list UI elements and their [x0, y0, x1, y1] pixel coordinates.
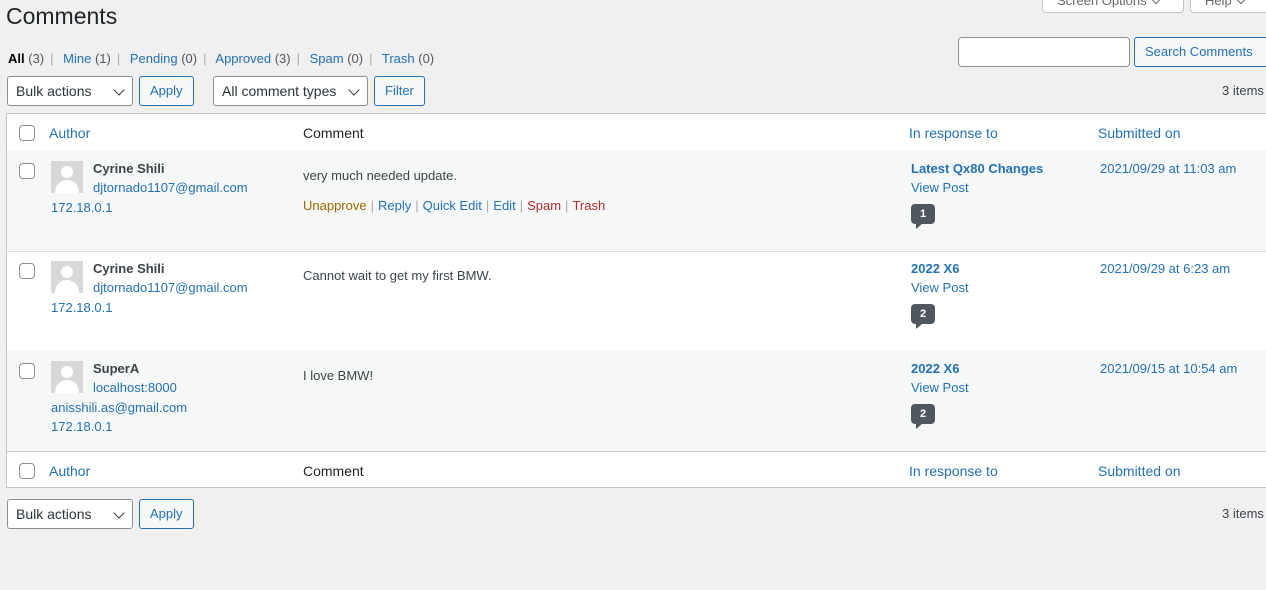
- column-in-response-to[interactable]: In response to: [909, 125, 998, 141]
- column-author[interactable]: Author: [49, 463, 90, 479]
- screen-options-label: Screen Options: [1057, 0, 1147, 8]
- filter-pending[interactable]: Pending (0): [130, 51, 197, 66]
- help-label: Help: [1205, 0, 1232, 8]
- edit-link[interactable]: Edit: [493, 198, 515, 213]
- submitted-date-link[interactable]: 2021/09/15 at 10:54 am: [1100, 361, 1237, 376]
- table-row: SuperA localhost:8000 anisshili.as@gmail…: [7, 351, 1266, 452]
- avatar: [51, 261, 83, 293]
- author-ip-link[interactable]: 172.18.0.1: [51, 200, 112, 215]
- chevron-down-icon: [113, 507, 125, 519]
- submitted-date-link[interactable]: 2021/09/29 at 11:03 am: [1100, 161, 1236, 176]
- view-post-link[interactable]: View Post: [911, 280, 969, 295]
- author-email-link[interactable]: djtornado1107@gmail.com: [93, 280, 248, 295]
- chevron-down-icon: [348, 84, 360, 96]
- comment-text: I love BMW!: [303, 368, 374, 383]
- quick-edit-link[interactable]: Quick Edit: [423, 198, 482, 213]
- items-count-bottom: 3 items: [1222, 506, 1264, 521]
- author-name: SuperA: [93, 361, 140, 376]
- help-tab[interactable]: Help: [1190, 0, 1266, 13]
- filter-all[interactable]: All (3): [8, 51, 44, 66]
- view-post-link[interactable]: View Post: [911, 380, 969, 395]
- filter-button[interactable]: Filter: [374, 76, 425, 106]
- column-author[interactable]: Author: [49, 125, 90, 141]
- comment-status-filters: All (3) | Mine (1) | Pending (0) | Approved…: [8, 51, 435, 66]
- comment-count-bubble-icon[interactable]: 2: [911, 404, 935, 429]
- submitted-date-link[interactable]: 2021/09/29 at 6:23 am: [1100, 261, 1230, 276]
- post-title-link[interactable]: 2022 X6: [911, 261, 959, 276]
- search-comments-button[interactable]: Search Comments: [1134, 37, 1266, 67]
- comment-type-value: All comment types: [222, 83, 337, 99]
- spam-link[interactable]: Spam: [527, 198, 561, 213]
- page-title: Comments: [6, 3, 118, 29]
- author-name: Cyrine Shili: [93, 161, 165, 176]
- table-header: Author Comment In response to Submitted …: [7, 114, 1266, 152]
- author-name: Cyrine Shili: [93, 261, 165, 276]
- comment-text: Cannot wait to get my first BMW.: [303, 268, 492, 283]
- column-submitted-on[interactable]: Submitted on: [1098, 125, 1181, 141]
- trash-link[interactable]: Trash: [572, 198, 605, 213]
- avatar: [51, 361, 83, 393]
- author-ip-link[interactable]: 172.18.0.1: [51, 419, 112, 434]
- row-actions: Unapprove | Reply | Quick Edit | Edit | Spam | Tra…: [303, 198, 606, 213]
- author-email-link[interactable]: anisshili.as@gmail.com: [51, 400, 187, 415]
- column-comment: Comment: [303, 463, 364, 479]
- filter-approved[interactable]: Approved (3): [215, 51, 290, 66]
- search-input[interactable]: [958, 37, 1130, 67]
- table-row: Cyrine Shili djtornado1107@gmail.com 172…: [7, 251, 1266, 352]
- chevron-down-icon: [1151, 0, 1160, 5]
- bulk-actions-value: Bulk actions: [16, 83, 92, 99]
- author-ip-link[interactable]: 172.18.0.1: [51, 300, 112, 315]
- comment-count-bubble-icon[interactable]: 2: [911, 304, 935, 329]
- reply-link[interactable]: Reply: [378, 198, 411, 213]
- view-post-link[interactable]: View Post: [911, 180, 969, 195]
- comment-count-bubble-icon[interactable]: 1: [911, 204, 935, 229]
- post-title-link[interactable]: Latest Qx80 Changes: [911, 161, 1043, 176]
- chevron-down-icon: [1236, 0, 1245, 5]
- comment-type-select[interactable]: All comment types: [213, 76, 368, 106]
- column-in-response-to[interactable]: In response to: [909, 463, 998, 479]
- chevron-down-icon: [113, 84, 125, 96]
- apply-button-bottom[interactable]: Apply: [139, 499, 194, 529]
- author-email-link[interactable]: djtornado1107@gmail.com: [93, 180, 248, 195]
- bulk-actions-value: Bulk actions: [16, 506, 92, 522]
- comment-text: very much needed update.: [303, 168, 457, 183]
- row-checkbox[interactable]: [19, 263, 35, 279]
- bulk-actions-select-bottom[interactable]: Bulk actions: [7, 499, 133, 529]
- row-checkbox[interactable]: [19, 363, 35, 379]
- table-footer: Author Comment In response to Submitted …: [7, 451, 1266, 489]
- table-row: Cyrine Shili djtornado1107@gmail.com 172…: [7, 151, 1266, 252]
- select-all-checkbox[interactable]: [19, 463, 35, 479]
- avatar: [51, 161, 83, 193]
- filter-trash[interactable]: Trash (0): [382, 51, 434, 66]
- select-all-checkbox[interactable]: [19, 125, 35, 141]
- filter-mine[interactable]: Mine (1): [63, 51, 111, 66]
- bulk-actions-select[interactable]: Bulk actions: [7, 76, 133, 106]
- items-count: 3 items: [1222, 83, 1264, 98]
- column-submitted-on[interactable]: Submitted on: [1098, 463, 1181, 479]
- comments-table: Author Comment In response to Submitted …: [6, 113, 1266, 488]
- filter-spam[interactable]: Spam (0): [310, 51, 363, 66]
- unapprove-link[interactable]: Unapprove: [303, 198, 367, 213]
- apply-button[interactable]: Apply: [139, 76, 194, 106]
- author-url-link[interactable]: localhost:8000: [93, 380, 177, 395]
- post-title-link[interactable]: 2022 X6: [911, 361, 959, 376]
- column-comment: Comment: [303, 125, 364, 141]
- row-checkbox[interactable]: [19, 163, 35, 179]
- screen-options-tab[interactable]: Screen Options: [1042, 0, 1184, 13]
